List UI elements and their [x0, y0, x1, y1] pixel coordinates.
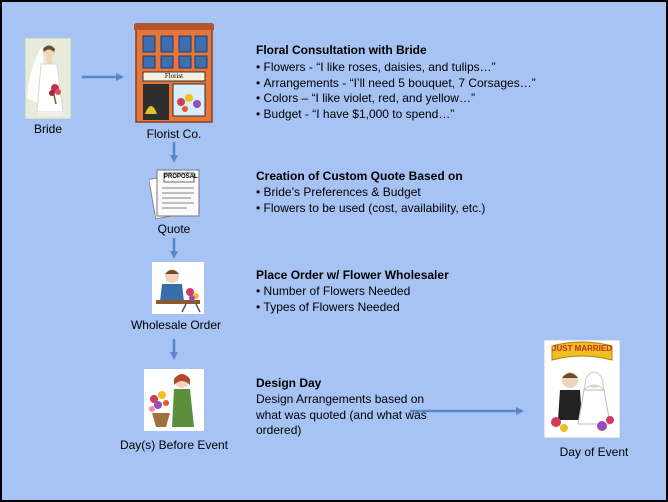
bride-label: Bride	[33, 122, 62, 136]
design-line: what was quoted (and what was	[256, 407, 427, 422]
days-before-label: Day(s) Before Event	[119, 438, 229, 452]
order-item: Number of Flowers Needed	[256, 284, 411, 300]
designer-image	[144, 369, 204, 431]
proposal-sheet-text: PROPOSAL	[164, 174, 198, 180]
consultation-title: Floral Consultation with Bride	[256, 43, 427, 57]
consultation-list: Flowers - “I like roses, daisies, and tu…	[256, 60, 536, 122]
quote-item: Flowers to be used (cost, availability, …	[256, 201, 486, 217]
consultation-item: Budget - “I have $1,000 to spend…”	[256, 107, 536, 123]
florist-label: Florist Co.	[146, 127, 202, 141]
order-title: Place Order w/ Flower Wholesaler	[256, 268, 449, 282]
quote-label: Quote	[157, 222, 191, 236]
diagram-canvas: Bride Florist Florist Co. PROPOSAL Quote…	[2, 2, 666, 500]
day-of-event-label: Day of Event	[559, 445, 629, 459]
consultation-item: Flowers - “I like roses, daisies, and tu…	[256, 60, 536, 76]
quote-list: Bride’s Preferences & Budget Flowers to …	[256, 185, 486, 217]
order-list: Number of Flowers Needed Types of Flower…	[256, 284, 411, 316]
bride-image	[25, 38, 71, 119]
florist-sign-text: Florist	[164, 72, 184, 80]
consultation-item: Arrangements - “I’ll need 5 bouquet, 7 C…	[256, 76, 536, 92]
just-married-banner-text: JUST MARRIED	[552, 344, 613, 353]
design-line: ordered)	[256, 423, 302, 437]
quote-title: Creation of Custom Quote Based on	[256, 169, 463, 183]
order-item: Types of Flowers Needed	[256, 300, 410, 316]
quote-item: Bride’s Preferences & Budget	[256, 185, 485, 201]
wholesale-label: Wholesale Order	[130, 318, 222, 332]
design-line: Design Arrangements based on	[256, 392, 425, 406]
design-description: Design Arrangements based on what was qu…	[256, 392, 427, 439]
just-married-image	[544, 340, 620, 438]
consultation-item: Colors – “I like violet, red, and yellow…	[256, 91, 536, 107]
design-title: Design Day	[256, 376, 322, 390]
wholesale-order-image	[152, 262, 204, 314]
